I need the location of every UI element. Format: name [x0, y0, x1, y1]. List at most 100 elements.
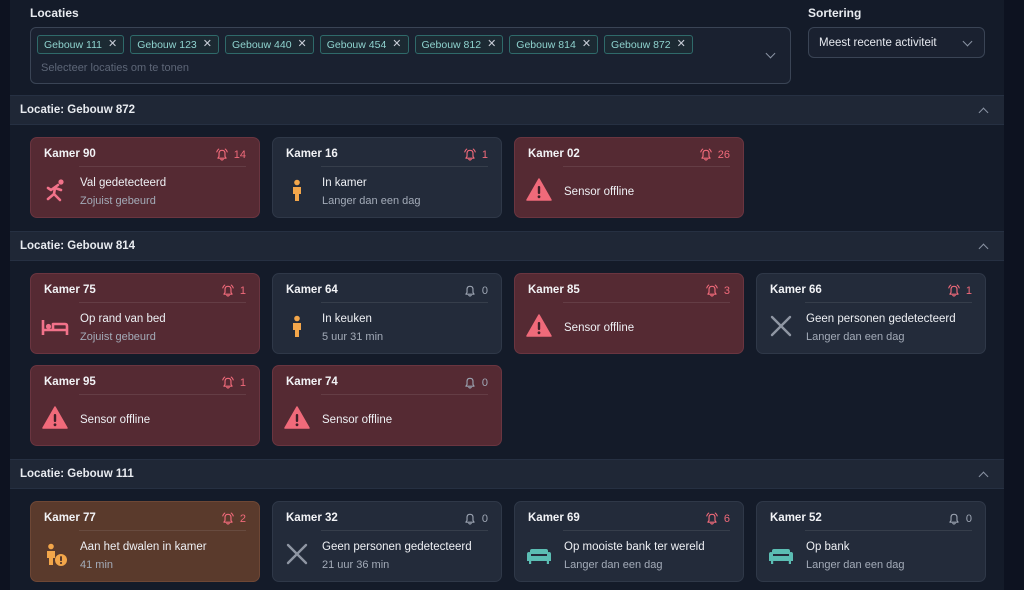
alert-count-value: 26 — [717, 149, 730, 161]
locations-placeholder: Selecteer locaties om te tonen — [41, 62, 189, 74]
bell-icon — [463, 376, 477, 390]
chevron-up-icon[interactable] — [978, 107, 989, 118]
room-name: Kamer 90 — [44, 148, 96, 160]
status-time: Langer dan een dag — [806, 331, 905, 343]
room-card[interactable]: Kamer 74 0 Sensor offline — [272, 365, 502, 446]
room-name: Kamer 75 — [44, 284, 96, 296]
room-card[interactable]: Kamer 77 2 Aan het dwalen in kamer 41 min — [30, 501, 260, 582]
card-divider — [321, 394, 488, 395]
section-header[interactable]: Locatie: Gebouw 814 — [10, 231, 1004, 261]
alert-count-value: 14 — [233, 149, 246, 161]
alert-count: 2 — [221, 512, 246, 526]
section-title: Locatie: Gebouw 814 — [20, 240, 136, 252]
card-divider — [321, 530, 488, 531]
room-name: Kamer 02 — [528, 148, 580, 160]
card-divider — [79, 530, 246, 531]
location-chip[interactable]: Gebouw 454 ✕ — [319, 35, 409, 54]
person-icon — [283, 312, 311, 340]
status-text: Op bank — [806, 541, 850, 553]
alert-count: 0 — [463, 284, 488, 298]
room-card[interactable]: Kamer 02 26 Sensor offline — [514, 137, 744, 218]
app-frame: Locaties Sortering Gebouw 111 ✕ Gebouw 123… — [10, 0, 1004, 590]
alert-count-value: 0 — [965, 513, 972, 525]
status-text: Sensor offline — [564, 322, 635, 334]
section-header[interactable]: Locatie: Gebouw 872 — [10, 95, 1004, 125]
room-card[interactable]: Kamer 90 14 Val gedetecteerd Zojuist gebeur… — [30, 137, 260, 218]
sort-select[interactable]: Meest recente activiteit — [808, 27, 985, 58]
alert-count-value: 1 — [239, 285, 246, 297]
warning-icon — [283, 404, 311, 432]
location-chip[interactable]: Gebouw 440 ✕ — [224, 35, 314, 54]
alert-count: 14 — [215, 148, 246, 162]
room-card[interactable]: Kamer 16 1 In kamer Langer dan een dag — [272, 137, 502, 218]
alert-count-value: 0 — [481, 285, 488, 297]
room-name: Kamer 95 — [44, 376, 96, 388]
status-text: Geen personen gedetecteerd — [322, 541, 472, 553]
close-icon[interactable]: ✕ — [108, 39, 117, 50]
room-card[interactable]: Kamer 66 1 Geen personen gedetecteerd Lange… — [756, 273, 986, 354]
chevron-up-icon[interactable] — [978, 243, 989, 254]
room-name: Kamer 74 — [286, 376, 338, 388]
close-icon[interactable]: ✕ — [203, 39, 212, 50]
location-chip-label: Gebouw 814 — [516, 38, 576, 51]
warning-icon — [41, 404, 69, 432]
card-divider — [79, 394, 246, 395]
section-header[interactable]: Locatie: Gebouw 111 — [10, 459, 1004, 489]
close-icon[interactable]: ✕ — [298, 39, 307, 50]
location-chips: Gebouw 111 ✕ Gebouw 123 ✕ Gebouw 440 ✕ Gebouw … — [37, 35, 693, 54]
bell-icon — [947, 512, 961, 526]
location-chip[interactable]: Gebouw 812 ✕ — [414, 35, 504, 54]
alert-count-value: 1 — [481, 149, 488, 161]
filter-bar: Locaties Sortering Gebouw 111 ✕ Gebouw 123… — [10, 0, 1004, 95]
sofa-icon — [767, 540, 795, 568]
room-name: Kamer 64 — [286, 284, 338, 296]
status-time: Zojuist gebeurd — [80, 195, 156, 207]
room-card[interactable]: Kamer 85 3 Sensor offline — [514, 273, 744, 354]
room-card[interactable]: Kamer 64 0 In keuken 5 uur 31 min — [272, 273, 502, 354]
location-chip[interactable]: Gebouw 123 ✕ — [130, 35, 219, 54]
close-icon — [283, 540, 311, 568]
bell-icon — [463, 512, 477, 526]
room-card[interactable]: Kamer 95 1 Sensor offline — [30, 365, 260, 446]
card-divider — [563, 166, 730, 167]
alert-count-value: 1 — [239, 377, 246, 389]
alert-count-value: 0 — [481, 377, 488, 389]
chevron-down-icon[interactable] — [962, 36, 973, 47]
close-icon[interactable]: ✕ — [487, 39, 496, 50]
bell-ring-icon — [705, 512, 719, 526]
room-name: Kamer 77 — [44, 512, 96, 524]
status-text: In keuken — [322, 313, 372, 325]
card-divider — [805, 302, 972, 303]
alert-count: 3 — [705, 284, 730, 298]
status-text: Val gedetecteerd — [80, 177, 167, 189]
alert-count-value: 0 — [481, 513, 488, 525]
close-icon[interactable]: ✕ — [392, 39, 401, 50]
location-chip[interactable]: Gebouw 814 ✕ — [509, 35, 599, 54]
person-alert-icon — [41, 540, 69, 568]
alert-count: 6 — [705, 512, 730, 526]
bell-ring-icon — [463, 148, 477, 162]
room-card[interactable]: Kamer 69 6 Op mooiste bank ter wereld Lange… — [514, 501, 744, 582]
room-card[interactable]: Kamer 75 1 Op rand van bed Zojuist gebeurd — [30, 273, 260, 354]
card-divider — [563, 530, 730, 531]
status-text: Op rand van bed — [80, 313, 166, 325]
bell-ring-icon — [221, 376, 235, 390]
close-icon[interactable]: ✕ — [677, 39, 686, 50]
sortering-label: Sortering — [808, 6, 862, 20]
location-chip[interactable]: Gebouw 872 ✕ — [604, 35, 693, 54]
chevron-up-icon[interactable] — [978, 471, 989, 482]
bed-icon — [41, 312, 69, 340]
bell-ring-icon — [705, 284, 719, 298]
chevron-down-icon[interactable] — [765, 48, 776, 59]
location-chip-label: Gebouw 123 — [137, 38, 197, 51]
room-card[interactable]: Kamer 32 0 Geen personen gedetecteerd 21 uu… — [272, 501, 502, 582]
locations-multiselect[interactable]: Gebouw 111 ✕ Gebouw 123 ✕ Gebouw 440 ✕ Gebouw … — [30, 27, 791, 84]
location-chip[interactable]: Gebouw 111 ✕ — [37, 35, 125, 54]
room-name: Kamer 32 — [286, 512, 338, 524]
alert-count: 1 — [463, 148, 488, 162]
alert-count: 0 — [947, 512, 972, 526]
card-divider — [805, 530, 972, 531]
close-icon[interactable]: ✕ — [582, 39, 591, 50]
room-card[interactable]: Kamer 52 0 Op bank Langer dan een dag — [756, 501, 986, 582]
status-time: Langer dan een dag — [322, 195, 421, 207]
